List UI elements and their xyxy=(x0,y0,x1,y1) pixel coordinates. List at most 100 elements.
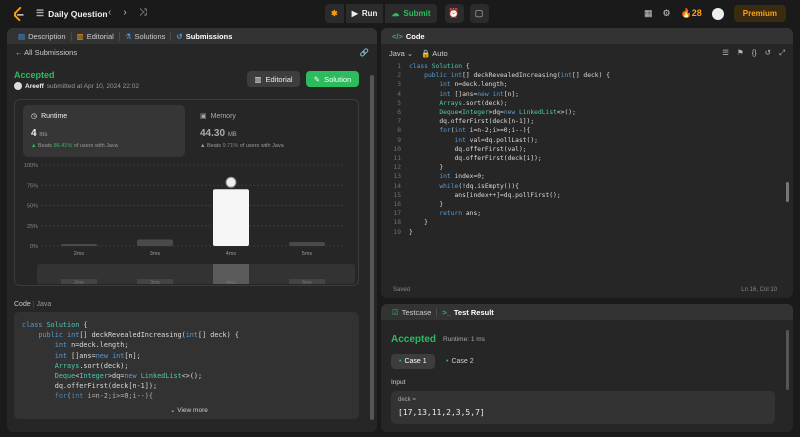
chart-bar-5ms[interactable] xyxy=(289,241,325,246)
premium-button[interactable]: Premium xyxy=(733,5,786,22)
editor-code-line[interactable]: int index=0; xyxy=(409,172,485,181)
user-avatar[interactable] xyxy=(711,7,724,20)
next-problem-icon[interactable]: › xyxy=(123,7,126,18)
braces-icon[interactable]: {} xyxy=(752,48,757,58)
editor-code-line[interactable]: Deque<Integer>dq=new LinkedList<>(); xyxy=(409,108,576,117)
editor-scrollbar[interactable] xyxy=(786,182,789,202)
tab-solutions[interactable]: ⚗ Solutions xyxy=(120,31,172,41)
line-number: 1 xyxy=(397,63,401,70)
problem-list-nav[interactable]: ☰ Daily Question xyxy=(36,8,108,19)
prev-problem-icon[interactable]: ‹ xyxy=(108,7,111,18)
run-button[interactable]: ▶ Run xyxy=(345,4,384,23)
editor-code-line[interactable]: dq.offerFirst(deck[i]); xyxy=(409,154,541,163)
runtime-unit: ms xyxy=(39,132,48,138)
tab-description-label: Description xyxy=(28,31,66,41)
settings-gear-icon[interactable]: ⚙ xyxy=(662,8,670,19)
code-tabs: </> Code xyxy=(381,28,793,44)
notes-icon[interactable]: ▢ xyxy=(469,4,489,23)
tab-code[interactable]: </> Code xyxy=(387,32,430,41)
editor-code-line[interactable]: Arrays.sort(deck); xyxy=(409,99,507,108)
runtime-beats-value: 86.41% xyxy=(53,143,73,149)
editor-code-line[interactable]: dq.offerFirst(deck[n-1]); xyxy=(409,117,534,126)
tab-editorial[interactable]: ▥ Editorial xyxy=(72,31,120,41)
expand-icon[interactable]: ⤢ xyxy=(779,48,785,58)
share-link-icon[interactable]: 🔗 xyxy=(360,48,369,57)
shuffle-icon[interactable]: ⤨ xyxy=(139,7,147,18)
editor-code-line[interactable]: ans[index++]=dq.pollFirst(); xyxy=(409,191,560,200)
username[interactable]: Areeff xyxy=(25,83,44,90)
case-1-tab[interactable]: • Case 1 xyxy=(391,354,435,369)
chart-bar-4ms[interactable] xyxy=(213,189,249,246)
tab-submissions[interactable]: ↺ Submissions xyxy=(171,32,237,41)
daily-question-title[interactable]: Daily Question xyxy=(48,9,108,19)
code-editor[interactable]: 1 2 3 4 5 6 7 8 9 10 11 12 13 14 15 16 17 18 19 class Solu… xyxy=(385,62,785,282)
streak-counter[interactable]: 🔥28 xyxy=(681,8,702,19)
left-scrollbar[interactable] xyxy=(370,75,374,420)
case-2-tab[interactable]: • Case 2 xyxy=(438,354,482,369)
editorial-button-label: Editorial xyxy=(265,74,293,84)
editor-code-line[interactable]: int val=dq.pollLast(); xyxy=(409,136,538,145)
editor-code-line[interactable]: return ans; xyxy=(409,209,481,218)
mode-value: Auto xyxy=(432,48,448,58)
leetcode-logo-icon[interactable] xyxy=(12,7,25,21)
view-more-button[interactable]: ⌄ View more xyxy=(170,406,208,414)
editor-code-line[interactable]: class Solution { xyxy=(409,62,470,71)
code-line: int []ans=new int[n]; xyxy=(54,351,141,360)
line-number: 11 xyxy=(393,155,401,162)
chart-bar-3ms[interactable] xyxy=(137,239,173,246)
code-section-header: Code | Java xyxy=(14,301,52,308)
editor-code-line[interactable]: } xyxy=(409,218,428,227)
runtime-card[interactable]: ◷ Runtime 4 ms ▲ Beats 86.41% of users wi… xyxy=(23,105,185,157)
play-icon: ▶ xyxy=(351,9,358,18)
editor-code-line[interactable]: for(int i=n-2;i>=0;i--){ xyxy=(409,126,530,135)
editor-code-line[interactable]: int []ans=new int[n]; xyxy=(409,90,519,99)
reset-icon[interactable]: ↺ xyxy=(765,48,771,58)
back-to-submissions[interactable]: ← All Submissions xyxy=(15,48,77,57)
solution-button[interactable]: ✎ Solution xyxy=(306,71,359,87)
code-label: Code xyxy=(14,301,31,308)
streak-count: 28 xyxy=(691,8,702,18)
line-number: 7 xyxy=(397,118,401,126)
auto-mode-toggle[interactable]: 🔒 Auto xyxy=(421,49,447,58)
edit-icon: ✎ xyxy=(313,74,321,84)
tab-testcase[interactable]: ☑ Testcase xyxy=(387,307,438,317)
format-icon[interactable]: ☰ xyxy=(722,48,729,58)
code-brackets-icon: </> xyxy=(392,31,403,41)
list-icon: ☰ xyxy=(36,8,45,18)
editor-code-line[interactable]: public int[] deckRevealedIncreasing(int[… xyxy=(409,71,610,80)
editor-code-line[interactable]: while(!dq.isEmpty()){ xyxy=(409,182,519,191)
editorial-button[interactable]: ▥ Editorial xyxy=(247,71,300,87)
test-scrollbar[interactable] xyxy=(786,330,789,390)
bookmark-icon[interactable]: ⚑ xyxy=(737,48,744,58)
editor-code-line[interactable]: } xyxy=(409,163,443,172)
stats-panel: ◷ Runtime 4 ms ▲ Beats 86.41% of users wi… xyxy=(14,99,359,286)
line-number: 2 xyxy=(397,72,401,80)
language-select[interactable]: Java ⌄ xyxy=(389,49,413,58)
editor-code-line[interactable]: int n=deck.length; xyxy=(409,80,507,89)
memory-card[interactable]: ▣ Memory 44.30 MB ▲ Beats 9.71% of users … xyxy=(192,105,352,157)
code-line: int n=deck.length; xyxy=(54,341,129,350)
editor-code-line[interactable]: dq.offerFirst(val); xyxy=(409,145,526,154)
editor-code-line[interactable]: } xyxy=(409,200,443,209)
layout-icon[interactable]: ▦ xyxy=(644,8,653,19)
debug-button[interactable]: ✱ xyxy=(325,4,344,23)
back-label: All Submissions xyxy=(24,48,78,57)
terminal-icon: >_ xyxy=(442,307,451,317)
line-number: 10 xyxy=(393,145,401,153)
tab-editorial-label: Editorial xyxy=(86,31,114,41)
chart-bar-2ms[interactable] xyxy=(61,244,97,246)
tab-testcase-label: Testcase xyxy=(401,307,432,317)
tab-test-result[interactable]: >_ Test Result xyxy=(437,308,498,317)
editor-code-line[interactable]: } xyxy=(409,228,413,237)
checkbox-icon: ☑ xyxy=(392,307,399,317)
tab-description[interactable]: ▤ Description xyxy=(13,31,72,41)
runtime-label: Runtime xyxy=(41,112,68,120)
case-1-label: Case 1 xyxy=(404,358,427,365)
submit-button[interactable]: ☁ Submit xyxy=(385,4,437,23)
book-icon: ▥ xyxy=(76,31,84,41)
cursor-position: Ln 16, Col 10 xyxy=(741,287,777,293)
alarm-icon[interactable]: ⏰ xyxy=(444,4,464,23)
test-result-status: Accepted xyxy=(391,334,437,345)
runtime-beats-suffix: of users with Java xyxy=(73,143,118,149)
line-number: 14 xyxy=(393,182,401,190)
